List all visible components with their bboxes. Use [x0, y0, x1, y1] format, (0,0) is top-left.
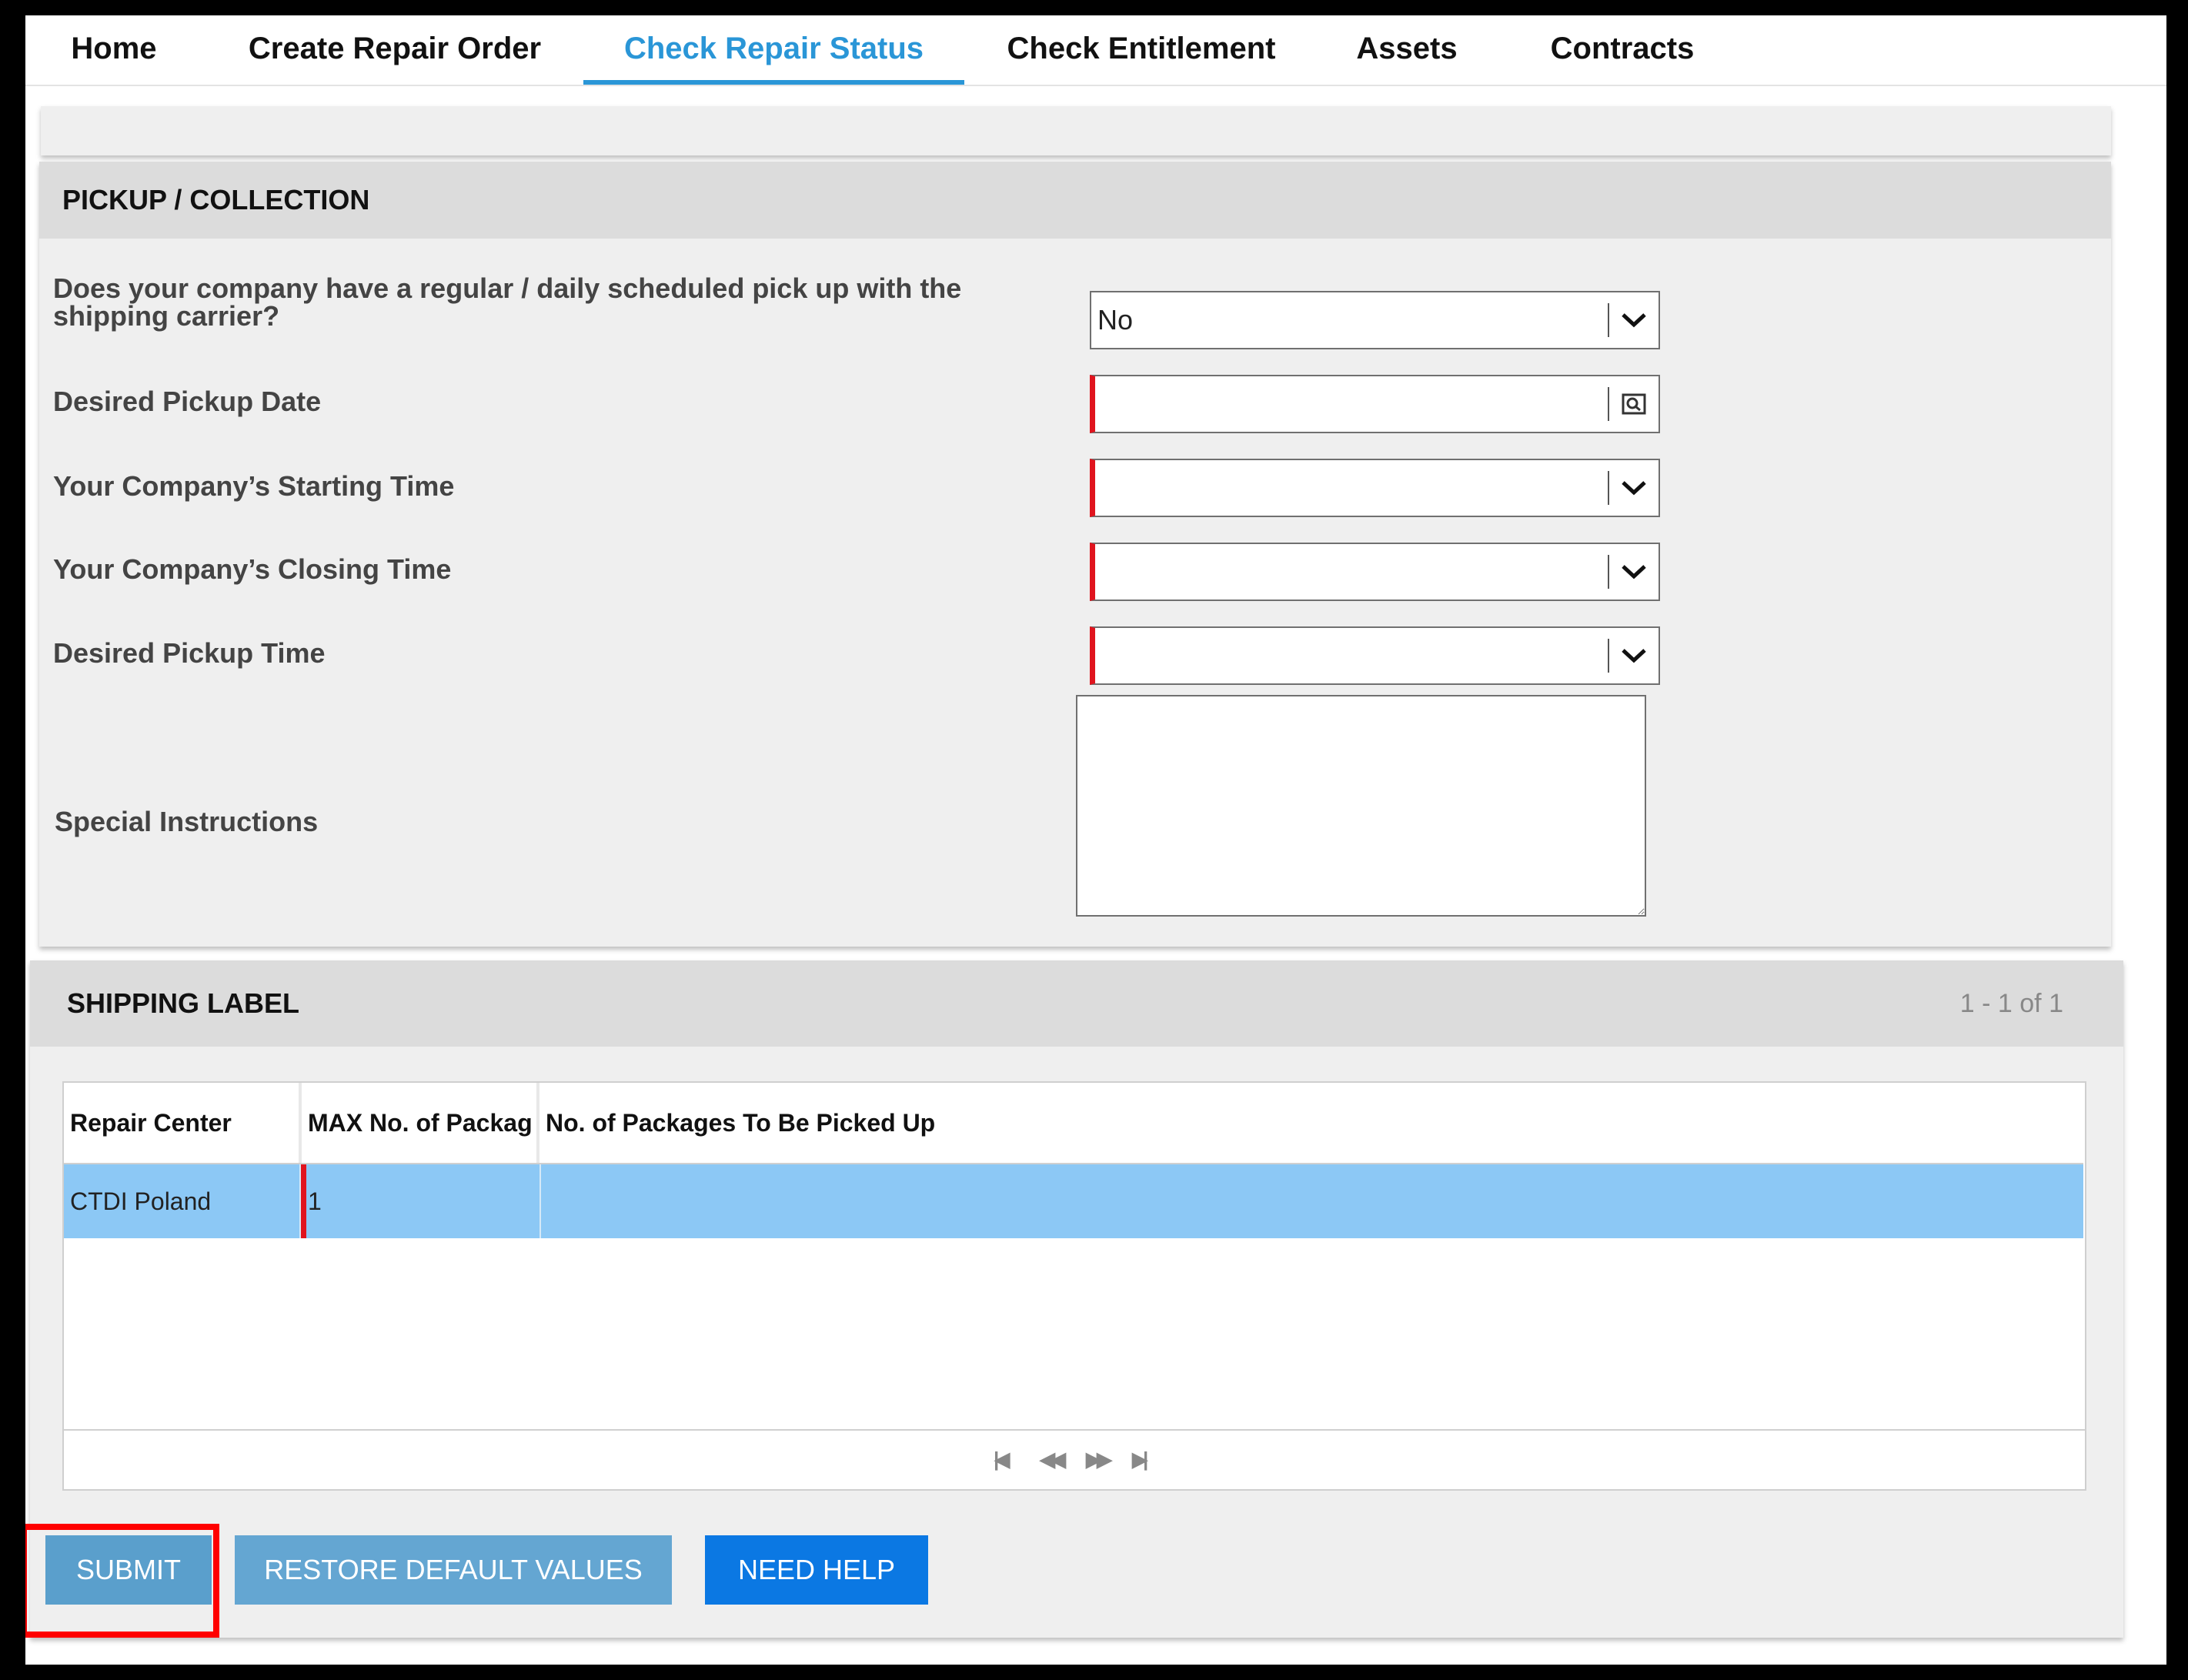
previous-panel: [41, 106, 2111, 155]
special-instructions-textarea[interactable]: [1076, 695, 1646, 917]
regular-pickup-value: No: [1097, 304, 1134, 336]
last-page-icon[interactable]: ▶|: [1132, 1448, 1148, 1471]
tab-home[interactable]: Home: [64, 15, 164, 85]
special-instructions-label: Special Instructions: [55, 806, 319, 837]
cell-repair-center[interactable]: CTDI Poland: [64, 1164, 299, 1238]
calendar-search-icon[interactable]: [1609, 376, 1659, 432]
column-header-repair-center[interactable]: Repair Center: [64, 1083, 300, 1163]
pickup-collection-title: PICKUP / COLLECTION: [39, 162, 2111, 239]
submit-button[interactable]: SUBMIT: [45, 1535, 212, 1605]
regular-pickup-label: Does your company have a regular / daily…: [53, 273, 961, 332]
shipping-label-grid: Repair Center MAX No. of Packag No. of P…: [62, 1081, 2086, 1491]
page: Home Create Repair Order Check Repair St…: [25, 15, 2166, 1665]
regular-pickup-label-line1: Does your company have a regular / daily…: [53, 272, 962, 304]
shipping-label-title: SHIPPING LABEL: [67, 987, 300, 1019]
shipping-label-header: SHIPPING LABEL 1 - 1 of 1: [30, 960, 2123, 1047]
pickup-time-label: Desired Pickup Time: [53, 637, 326, 669]
top-nav: Home Create Repair Order Check Repair St…: [25, 15, 2166, 86]
tab-assets[interactable]: Assets: [1334, 15, 1480, 85]
table-row[interactable]: CTDI Poland 1: [64, 1163, 2083, 1238]
pickup-date-input[interactable]: [1090, 375, 1660, 433]
pickup-time-select[interactable]: [1090, 626, 1660, 685]
closing-time-label: Your Company’s Closing Time: [53, 553, 452, 585]
pickup-collection-panel: PICKUP / COLLECTION Does your company ha…: [39, 162, 2111, 947]
pagination-count: 1 - 1 of 1: [1959, 989, 2063, 1018]
cell-max-packages[interactable]: 1: [301, 1164, 539, 1238]
regular-pickup-select[interactable]: No: [1090, 291, 1660, 349]
need-help-button[interactable]: NEED HELP: [705, 1535, 928, 1605]
pickup-date-label: Desired Pickup Date: [53, 386, 322, 417]
chevron-down-icon[interactable]: [1609, 628, 1659, 683]
chevron-down-icon[interactable]: [1609, 292, 1659, 348]
closing-time-select[interactable]: [1090, 543, 1660, 601]
next-page-icon[interactable]: ▶▶: [1086, 1448, 1112, 1471]
tab-contracts[interactable]: Contracts: [1522, 15, 1722, 85]
grid-pager: |◀ ◀◀ ▶▶ ▶|: [64, 1429, 2085, 1489]
tab-check-entitlement[interactable]: Check Entitlement: [995, 15, 1288, 85]
restore-default-values-button[interactable]: RESTORE DEFAULT VALUES: [235, 1535, 672, 1605]
column-header-max-packages[interactable]: MAX No. of Packag: [302, 1083, 538, 1163]
previous-page-icon[interactable]: ◀◀: [1040, 1448, 1066, 1471]
chevron-down-icon[interactable]: [1609, 544, 1659, 600]
tab-create-repair-order[interactable]: Create Repair Order: [233, 15, 556, 85]
first-page-icon[interactable]: |◀: [994, 1448, 1010, 1471]
chevron-down-icon[interactable]: [1609, 460, 1659, 516]
column-header-packages-to-pickup[interactable]: No. of Packages To Be Picked Up: [539, 1083, 2071, 1163]
start-time-select[interactable]: [1090, 459, 1660, 517]
tab-check-repair-status[interactable]: Check Repair Status: [583, 15, 964, 85]
regular-pickup-label-line2: shipping carrier?: [53, 300, 280, 332]
start-time-label: Your Company’s Starting Time: [53, 470, 455, 502]
cell-packages-to-pickup[interactable]: [541, 1164, 2080, 1238]
